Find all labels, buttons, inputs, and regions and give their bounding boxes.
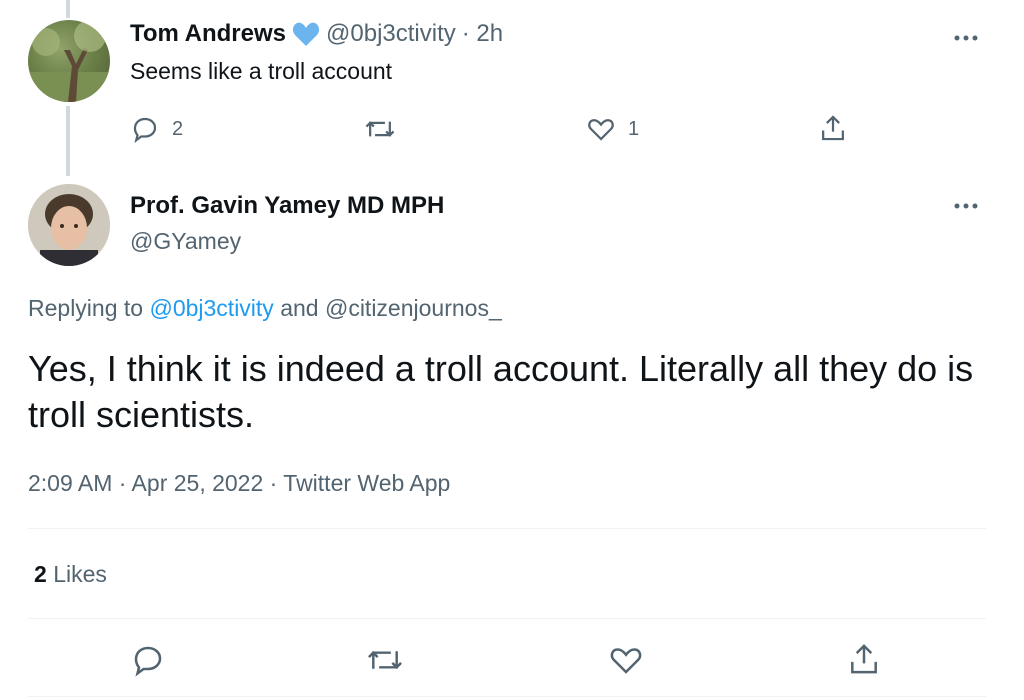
divider-3	[28, 696, 986, 697]
retweet-icon	[364, 114, 396, 144]
reply-time[interactable]: · 2h	[462, 20, 503, 48]
reply-handle[interactable]: @0bj3ctivity	[326, 20, 456, 48]
share-icon	[846, 640, 882, 678]
main-like-button[interactable]	[608, 642, 644, 678]
reply-button[interactable]: 2	[130, 114, 183, 144]
main-tweet-text: Yes, I think it is indeed a troll accoun…	[28, 348, 974, 435]
main-share-button[interactable]	[846, 640, 882, 678]
likes-label: Likes	[53, 561, 107, 587]
likes-stat[interactable]: 2 Likes	[34, 561, 107, 588]
divider-2	[28, 618, 986, 619]
more-horizontal-icon[interactable]	[952, 196, 980, 216]
main-reply-button[interactable]	[130, 642, 166, 678]
likes-count: 2	[34, 561, 47, 587]
replying-prefix: Replying to	[28, 295, 144, 321]
share-icon	[818, 112, 848, 144]
replying-user-link-1[interactable]: @0bj3ctivity	[149, 295, 273, 321]
like-button[interactable]: 1	[586, 114, 639, 144]
like-icon	[586, 114, 616, 144]
more-horizontal-icon[interactable]	[952, 28, 980, 48]
reply-icon	[130, 114, 160, 144]
reply-count: 2	[172, 117, 184, 140]
like-count: 1	[628, 117, 640, 140]
replying-and: and	[280, 295, 319, 321]
replying-to-line: Replying to @0bj3ctivity and @citizenjou…	[28, 295, 502, 322]
main-author-name[interactable]: Prof. Gavin Yamey MD MPH	[130, 192, 444, 220]
like-icon	[608, 642, 644, 678]
replying-user-link-2[interactable]: @citizenjournos_	[325, 295, 502, 321]
retweet-button[interactable]	[364, 114, 396, 144]
retweet-icon	[366, 642, 404, 678]
divider-1	[28, 528, 986, 529]
tweet-meta: 2:09 AM · Apr 25, 2022 · Twitter Web App	[28, 470, 451, 496]
avatar-tom-andrews[interactable]	[28, 20, 110, 102]
reply-text: Seems like a troll account	[130, 58, 393, 84]
reply-icon	[130, 642, 166, 678]
main-retweet-button[interactable]	[366, 642, 404, 678]
verified-heart-icon	[292, 21, 320, 47]
main-handle[interactable]: @GYamey	[130, 228, 241, 255]
avatar-gavin-yamey[interactable]	[28, 184, 110, 266]
reply-author-name[interactable]: Tom Andrews	[130, 20, 286, 48]
thread-line-bottom	[66, 106, 70, 176]
share-button[interactable]	[818, 112, 848, 144]
thread-line-top	[66, 0, 70, 18]
